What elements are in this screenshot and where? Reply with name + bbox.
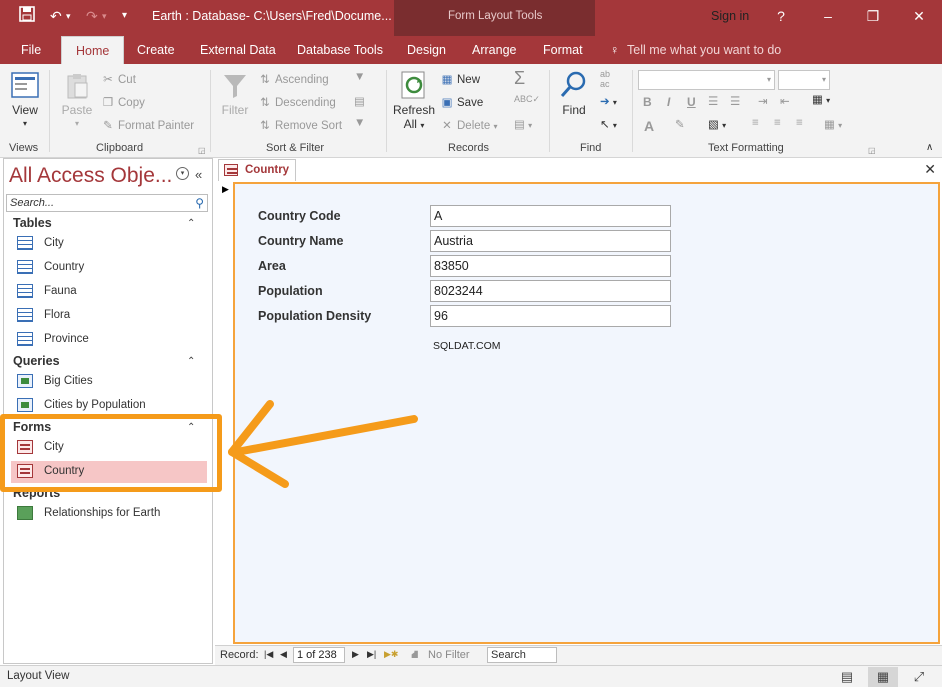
access-window: { "titlebar": { "title": "Earth : Databa… — [0, 0, 942, 687]
annotation-arrow-icon — [228, 400, 418, 488]
